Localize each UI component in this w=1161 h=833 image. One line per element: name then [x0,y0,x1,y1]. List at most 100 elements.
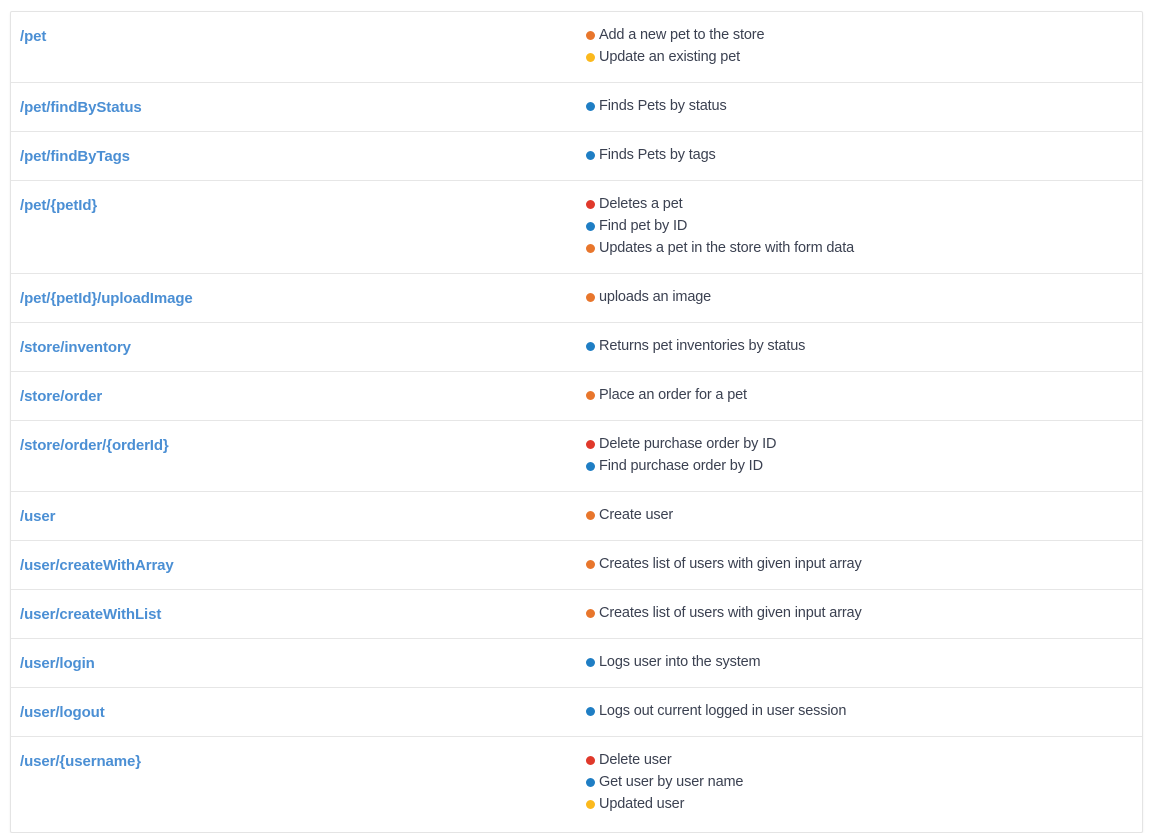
operation-summary: Add a new pet to the store [599,27,765,43]
endpoint-path-cell: /store/inventory [11,336,586,357]
endpoint-path-link[interactable]: /user/login [20,654,95,673]
table-row: /user/logout Logs out current logged in u… [11,688,1142,737]
operation-summary: Logs user into the system [599,654,761,670]
endpoint-operations-cell: Deletes a pet Find pet by ID Updates a pet… [586,194,1142,260]
endpoint-path-cell: /user/logout [11,701,586,722]
operation-summary: Deletes a pet [599,196,683,212]
operation-item[interactable]: Update an existing pet [586,47,1132,68]
operation-summary: Creates list of users with given input a… [599,556,862,572]
operation-summary: uploads an image [599,289,712,305]
endpoint-path-link[interactable]: /pet [20,27,46,46]
table-row: /pet/{petId} Deletes a pet Find pet by ID U… [11,181,1142,274]
operation-item[interactable]: Finds Pets by status [586,96,1132,117]
endpoint-operations-cell: Creates list of users with given input a… [586,554,1142,576]
operation-summary: Finds Pets by tags [599,147,716,163]
operation-summary: Get user by user name [599,774,744,790]
endpoint-operations-cell: Finds Pets by tags [586,145,1142,167]
operation-summary: Returns pet inventories by status [599,338,806,354]
post-dot [586,244,595,253]
api-endpoint-table: /pet Add a new pet to the store Update an … [10,11,1143,833]
operation-item[interactable]: Deletes a pet [586,194,1132,215]
endpoint-operations-cell: uploads an image [586,287,1142,309]
operation-summary: Update an existing pet [599,49,740,65]
table-row: /pet Add a new pet to the store Update an … [11,12,1142,83]
get-dot [586,102,595,111]
table-row: /user Create user [11,492,1142,541]
endpoint-path-cell: /pet/{petId} [11,194,586,215]
operation-summary: Find pet by ID [599,218,688,234]
endpoint-path-cell: /store/order [11,385,586,406]
delete-dot [586,756,595,765]
endpoint-path-link[interactable]: /store/order [20,387,102,406]
endpoint-path-link[interactable]: /pet/{petId}/uploadImage [20,289,193,308]
put-dot [586,53,595,62]
operation-item[interactable]: Add a new pet to the store [586,25,1132,46]
get-dot [586,342,595,351]
endpoint-operations-cell: Delete user Get user by user name Updated … [586,750,1142,816]
post-dot [586,560,595,569]
endpoint-operations-cell: Logs user into the system [586,652,1142,674]
endpoint-path-cell: /store/order/{orderId} [11,434,586,455]
operation-summary: Updated user [599,796,685,812]
endpoint-path-cell: /pet/findByStatus [11,96,586,117]
operation-item[interactable]: Delete user [586,750,1132,771]
endpoint-path-link[interactable]: /user/{username} [20,752,141,771]
operation-item[interactable]: Updates a pet in the store with form dat… [586,238,1132,259]
get-dot [586,151,595,160]
operation-item[interactable]: Place an order for a pet [586,385,1132,406]
operation-item[interactable]: Updated user [586,794,1132,815]
get-dot [586,658,595,667]
operation-summary: Finds Pets by status [599,98,727,114]
operation-item[interactable]: uploads an image [586,287,1132,308]
operation-item[interactable]: Creates list of users with given input a… [586,554,1132,575]
table-row: /user/createWithList Creates list of user… [11,590,1142,639]
post-dot [586,31,595,40]
table-row: /pet/findByTags Finds Pets by tags [11,132,1142,181]
endpoint-operations-cell: Creates list of users with given input a… [586,603,1142,625]
operation-item[interactable]: Create user [586,505,1132,526]
operation-summary: Place an order for a pet [599,387,747,403]
operation-item[interactable]: Returns pet inventories by status [586,336,1132,357]
operation-item[interactable]: Delete purchase order by ID [586,434,1132,455]
endpoint-operations-cell: Delete purchase order by ID Find purchase… [586,434,1142,478]
operation-item[interactable]: Get user by user name [586,772,1132,793]
get-dot [586,222,595,231]
endpoint-path-link[interactable]: /user/logout [20,703,105,722]
operation-item[interactable]: Find purchase order by ID [586,456,1132,477]
table-row: /user/login Logs user into the system [11,639,1142,688]
table-row: /store/order/{orderId} Delete purchase or… [11,421,1142,492]
operation-summary: Updates a pet in the store with form dat… [599,240,854,256]
operation-item[interactable]: Creates list of users with given input a… [586,603,1132,624]
endpoint-path-link[interactable]: /store/inventory [20,338,131,357]
operation-item[interactable]: Find pet by ID [586,216,1132,237]
endpoint-operations-cell: Returns pet inventories by status [586,336,1142,358]
endpoint-path-link[interactable]: /store/order/{orderId} [20,436,169,455]
endpoint-path-link[interactable]: /pet/{petId} [20,196,97,215]
get-dot [586,707,595,716]
endpoint-path-cell: /pet/findByTags [11,145,586,166]
post-dot [586,609,595,618]
operation-item[interactable]: Finds Pets by tags [586,145,1132,166]
endpoint-path-cell: /pet [11,25,586,46]
get-dot [586,462,595,471]
endpoint-path-cell: /pet/{petId}/uploadImage [11,287,586,308]
endpoint-path-link[interactable]: /pet/findByTags [20,147,130,166]
operation-summary: Logs out current logged in user session [599,703,847,719]
operation-item[interactable]: Logs out current logged in user session [586,701,1132,722]
operation-item[interactable]: Logs user into the system [586,652,1132,673]
put-dot [586,800,595,809]
endpoint-path-cell: /user/login [11,652,586,673]
get-dot [586,778,595,787]
endpoint-operations-cell: Finds Pets by status [586,96,1142,118]
endpoint-path-link[interactable]: /user [20,507,55,526]
endpoint-path-link[interactable]: /user/createWithArray [20,556,174,575]
post-dot [586,511,595,520]
endpoint-path-link[interactable]: /user/createWithList [20,605,161,624]
table-row: /pet/findByStatus Finds Pets by status [11,83,1142,132]
delete-dot [586,200,595,209]
table-row: /store/inventory Returns pet inventories … [11,323,1142,372]
endpoint-operations-cell: Place an order for a pet [586,385,1142,407]
operation-summary: Delete user [599,752,672,768]
operation-summary: Delete purchase order by ID [599,436,777,452]
endpoint-path-link[interactable]: /pet/findByStatus [20,98,142,117]
